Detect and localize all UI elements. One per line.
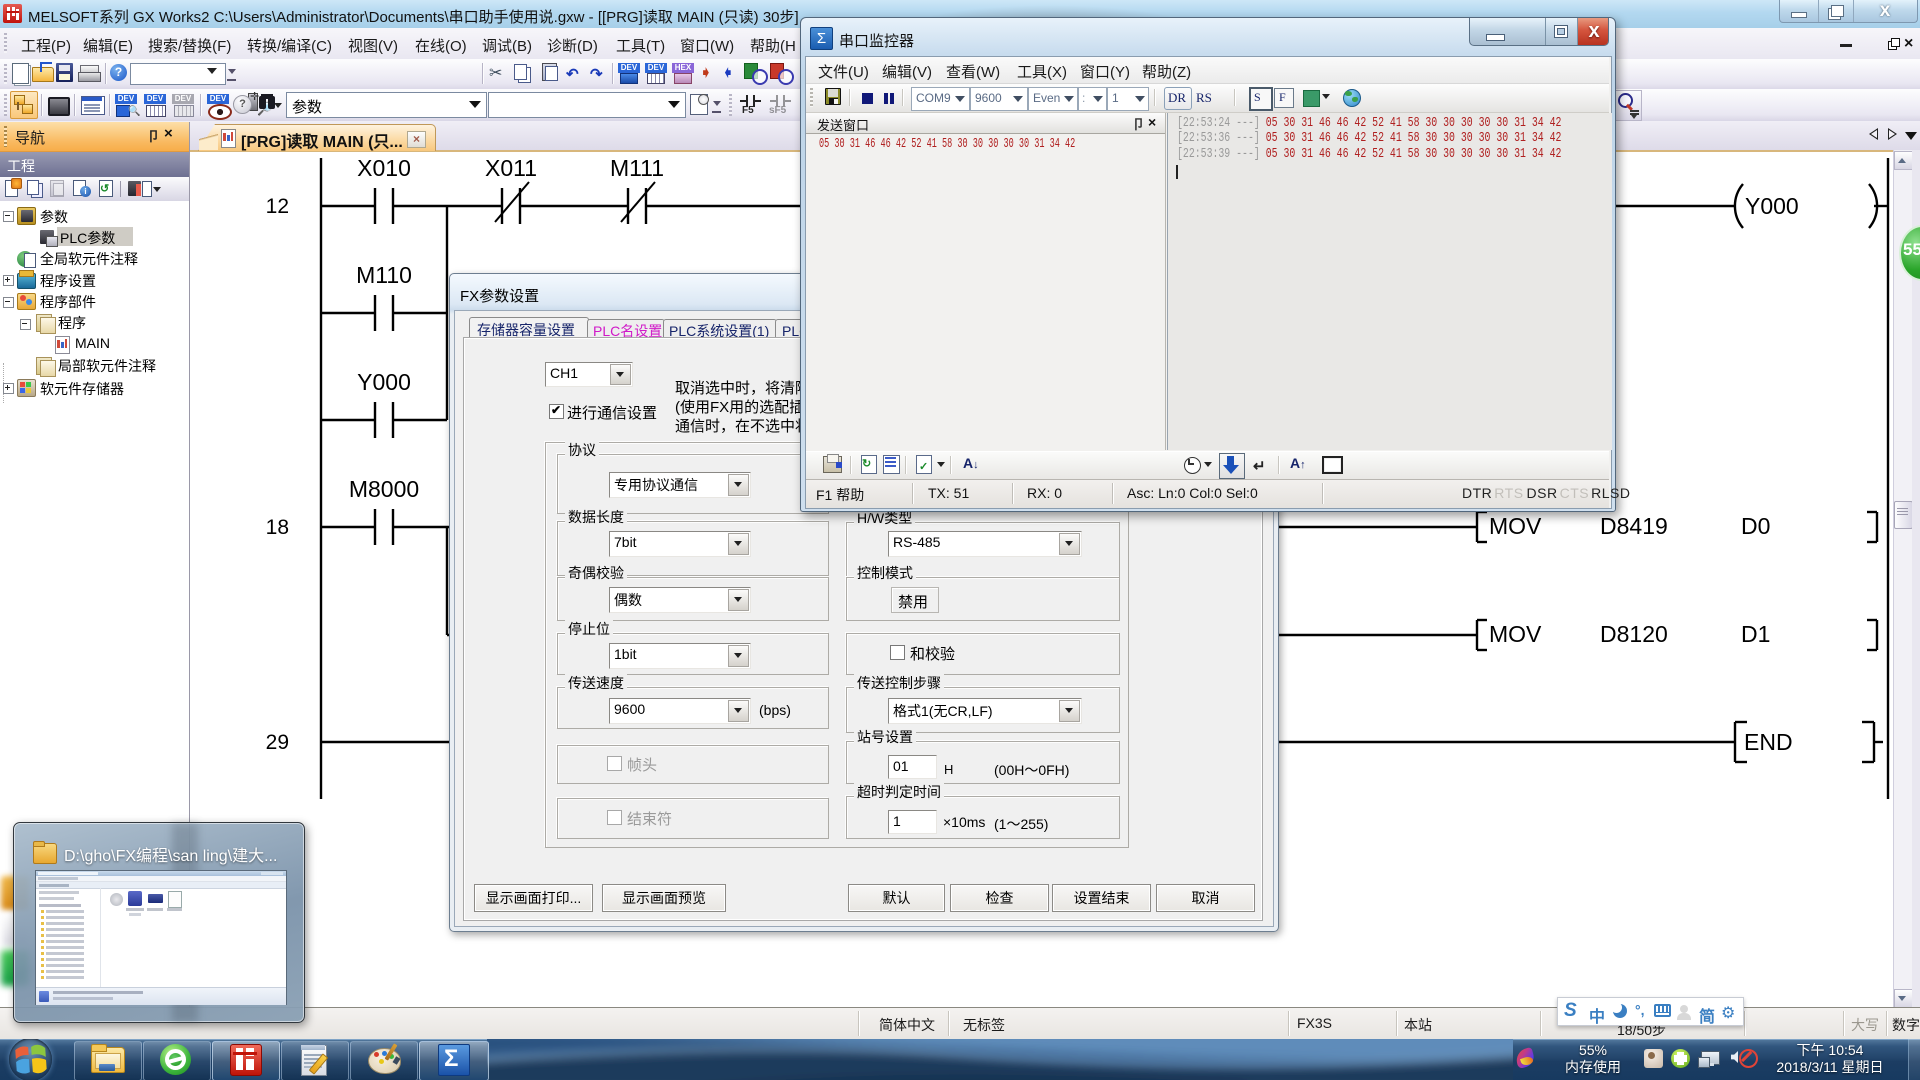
svg-text:18: 18 <box>266 516 289 539</box>
svg-text:D8120: D8120 <box>1600 621 1668 647</box>
svg-text:D8419: D8419 <box>1600 513 1668 539</box>
svg-text:29: 29 <box>266 731 289 754</box>
svg-text:D1: D1 <box>1741 621 1770 647</box>
svg-text:X011: X011 <box>485 155 537 181</box>
svg-text:D0: D0 <box>1741 513 1770 539</box>
svg-text:M110: M110 <box>356 262 412 288</box>
svg-text:Y000: Y000 <box>1745 193 1799 219</box>
svg-text:M111: M111 <box>610 155 664 181</box>
svg-text:END: END <box>1744 729 1793 755</box>
svg-text:MOV: MOV <box>1489 513 1542 539</box>
svg-text:Y000: Y000 <box>357 369 411 395</box>
svg-text:M8000: M8000 <box>349 476 419 502</box>
svg-text:X010: X010 <box>357 155 411 181</box>
svg-text:MOV: MOV <box>1489 621 1542 647</box>
svg-text:12: 12 <box>266 195 289 218</box>
